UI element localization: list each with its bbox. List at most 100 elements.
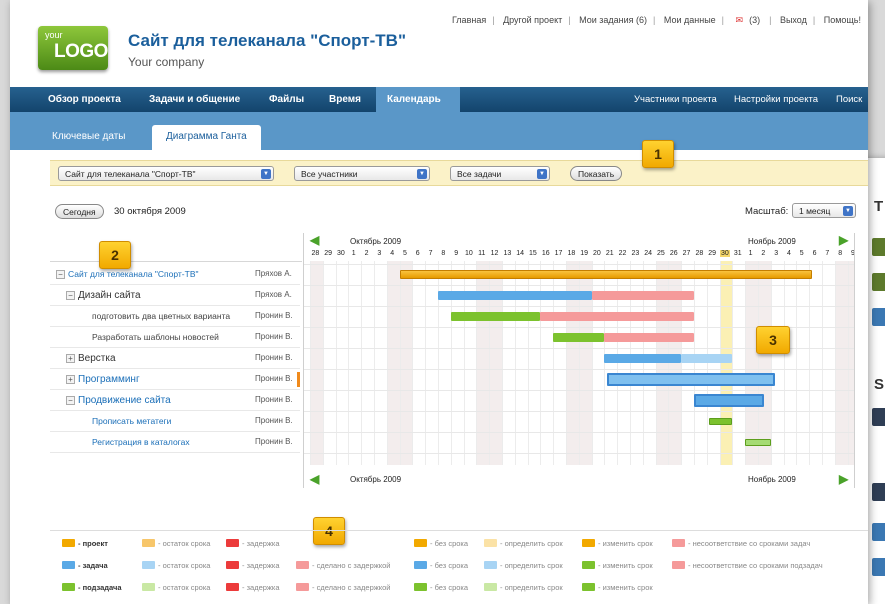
- task-name[interactable]: Продвижение сайта: [78, 395, 171, 406]
- task-row[interactable]: Регистрация в каталогах Пронин В.: [50, 432, 300, 453]
- task-row[interactable]: − Продвижение сайта Пронин В.: [50, 390, 300, 411]
- link-logout[interactable]: Выход: [780, 15, 807, 25]
- legend-item: - проект: [62, 539, 108, 548]
- chevron-down-icon: ▼: [261, 169, 271, 179]
- collapse-icon[interactable]: −: [56, 270, 65, 279]
- callout-marker-2: 2: [99, 241, 131, 269]
- task-name[interactable]: Верстка: [78, 353, 116, 364]
- nav-settings[interactable]: Настройки проекта: [734, 94, 818, 105]
- day-column: [706, 261, 720, 465]
- prev-month-arrow-icon[interactable]: ◀: [310, 234, 322, 246]
- link-my-tasks[interactable]: Мои задания (6): [579, 15, 647, 25]
- task-assignee: Пронин В.: [255, 395, 293, 404]
- link-my-data[interactable]: Мои данные: [664, 15, 716, 25]
- nav-files[interactable]: Файлы: [269, 94, 304, 105]
- show-button[interactable]: Показать: [570, 166, 623, 181]
- gantt-bar[interactable]: [681, 354, 733, 363]
- row-separator: [304, 369, 854, 370]
- day-column: [335, 261, 349, 465]
- gantt-bar[interactable]: [553, 333, 605, 342]
- gantt-bar[interactable]: [694, 394, 765, 407]
- legend-item: - задача: [62, 561, 108, 570]
- gantt-bar[interactable]: [450, 312, 541, 321]
- collapse-icon[interactable]: −: [66, 291, 75, 300]
- mail-link[interactable]: ✉ (3): [733, 15, 764, 25]
- task-name[interactable]: Регистрация в каталогах: [92, 437, 190, 447]
- day-label: 29: [324, 250, 333, 257]
- expand-icon[interactable]: +: [66, 354, 75, 363]
- legend-swatch-icon: [296, 583, 309, 591]
- day-label: 28: [311, 250, 320, 257]
- tasks-select[interactable]: Все задачи ▼: [450, 166, 550, 181]
- link-help[interactable]: Помощь!: [824, 15, 861, 25]
- members-select[interactable]: Все участники ▼: [294, 166, 430, 181]
- row-separator: [304, 306, 854, 307]
- task-name[interactable]: Дизайн сайта: [78, 290, 141, 301]
- day-label: 25: [657, 250, 665, 257]
- expand-icon[interactable]: +: [66, 375, 75, 384]
- nav-members[interactable]: Участники проекта: [634, 94, 717, 105]
- task-name[interactable]: подготовить два цветных варианта: [92, 311, 230, 321]
- day-column: [322, 261, 336, 465]
- next-month-arrow-icon[interactable]: ▶: [839, 234, 851, 246]
- gantt-bar[interactable]: [745, 439, 771, 446]
- scale-label: Масштаб:: [745, 206, 789, 217]
- legend-swatch-icon: [672, 539, 685, 547]
- nav-time[interactable]: Время: [329, 94, 361, 105]
- legend-swatch-icon: [582, 561, 595, 569]
- tab-key-dates[interactable]: Ключевые даты: [38, 125, 140, 150]
- task-assignee: Пронин В.: [255, 311, 293, 320]
- gantt-bar[interactable]: [606, 373, 775, 386]
- task-name[interactable]: Прописать метатеги: [92, 416, 171, 426]
- gantt-bar[interactable]: [399, 270, 812, 279]
- task-row[interactable]: + Верстка Пронин В.: [50, 348, 300, 369]
- task-row[interactable]: Прописать метатеги Пронин В.: [50, 411, 300, 432]
- legend-swatch-icon: [296, 561, 309, 569]
- collapse-icon[interactable]: −: [66, 396, 75, 405]
- day-column: [822, 261, 835, 465]
- project-select[interactable]: Сайт для телеканала "Спорт-ТВ" ▼: [58, 166, 274, 181]
- next-month-arrow-icon[interactable]: ▶: [839, 473, 851, 485]
- legend-item: - задержка: [226, 583, 280, 592]
- task-row[interactable]: + Программинг Пронин В.: [50, 369, 300, 390]
- tab-gantt[interactable]: Диаграмма Ганта: [152, 125, 261, 150]
- logo[interactable]: your LOGO: [38, 26, 108, 70]
- mail-icon: ✉: [735, 15, 744, 25]
- row-separator: [304, 432, 854, 433]
- legend-item: - сделано с задержкой: [296, 561, 390, 570]
- day-label: 9: [850, 250, 855, 257]
- nav-overview[interactable]: Обзор проекта: [48, 94, 121, 105]
- legend-label: - определить срок: [500, 561, 563, 570]
- background-badge: [872, 408, 885, 426]
- legend-item: - изменить срок: [582, 583, 653, 592]
- row-indicator: [297, 372, 300, 387]
- gantt-bar[interactable]: [591, 291, 694, 300]
- task-row[interactable]: Разработать шаблоны новостей Пронин В.: [50, 327, 300, 348]
- gantt-bar[interactable]: [540, 312, 694, 321]
- day-label: 30: [719, 250, 731, 257]
- legend-swatch-icon: [142, 561, 155, 569]
- gantt-bar[interactable]: [604, 333, 694, 342]
- nav-calendar[interactable]: Календарь: [387, 94, 441, 105]
- gantt-bar[interactable]: [604, 354, 682, 363]
- day-column: [745, 261, 758, 465]
- prev-month-arrow-icon[interactable]: ◀: [310, 473, 322, 485]
- task-row[interactable]: − Дизайн сайта Пряхов А.: [50, 285, 300, 306]
- link-other-project[interactable]: Другой проект: [503, 15, 562, 25]
- nav-search[interactable]: Поиск: [836, 94, 862, 105]
- gantt-bar[interactable]: [438, 291, 592, 300]
- day-column: [374, 261, 387, 465]
- nav-tasks[interactable]: Задачи и общение: [149, 94, 240, 105]
- task-row[interactable]: − Сайт для телеканала "Спорт-ТВ" Пряхов А.: [50, 264, 300, 285]
- task-name[interactable]: Программинг: [78, 374, 140, 385]
- task-row[interactable]: подготовить два цветных варианта Пронин В…: [50, 306, 300, 327]
- task-name[interactable]: Сайт для телеканала "Спорт-ТВ": [68, 269, 199, 279]
- link-home[interactable]: Главная: [452, 15, 486, 25]
- today-button[interactable]: Сегодня: [55, 204, 104, 219]
- scale-select[interactable]: 1 месяц ▼: [792, 203, 856, 218]
- task-name[interactable]: Разработать шаблоны новостей: [92, 332, 219, 342]
- gantt-bar[interactable]: [709, 418, 733, 425]
- legend-label: - остаток срока: [158, 539, 211, 548]
- day-column: [425, 261, 438, 465]
- legend-swatch-icon: [62, 561, 75, 569]
